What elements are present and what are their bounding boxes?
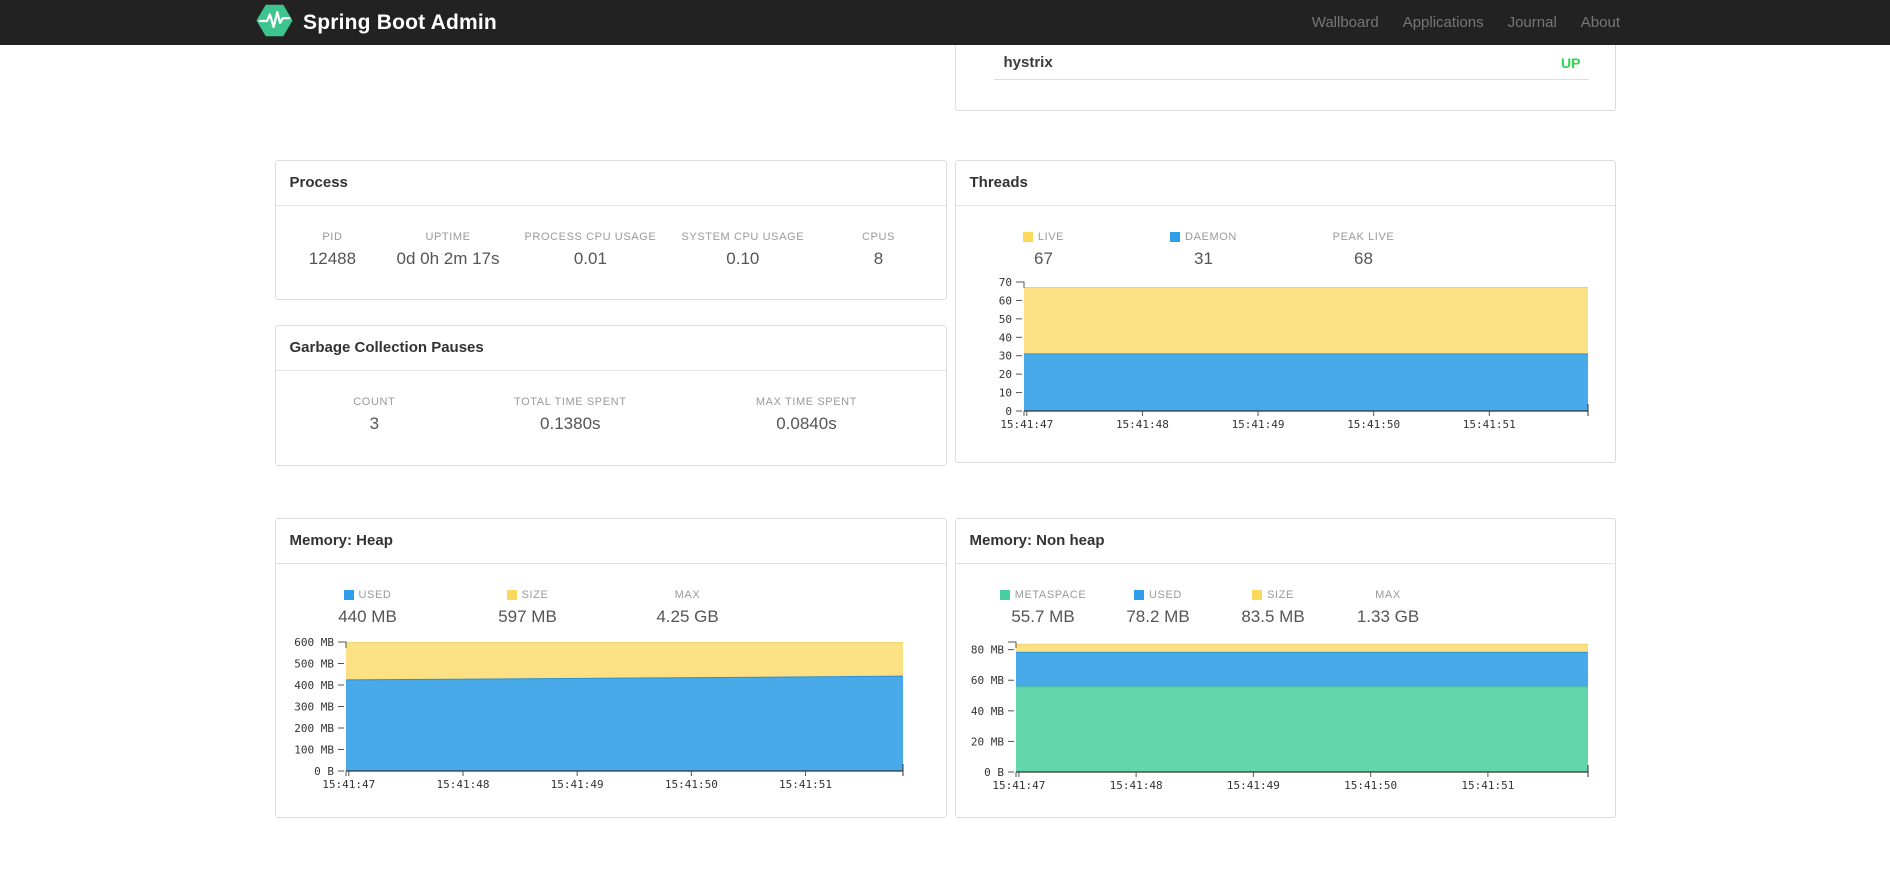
threads-legend: LIVE 67 DAEMON 31 PEAK LIVE 68 <box>964 230 1615 271</box>
svg-text:15:41:47: 15:41:47 <box>322 778 375 791</box>
svg-text:40: 40 <box>998 331 1011 344</box>
svg-text:15:41:48: 15:41:48 <box>1115 418 1168 431</box>
gc-stats: COUNT 3 TOTAL TIME SPENT 0.1380s MAX TIM… <box>276 395 946 436</box>
used-legend-swatch <box>1134 590 1145 600</box>
stat-nonheap-metaspace: METASPACE 55.7 MB <box>986 588 1101 629</box>
memory-nonheap-card: Memory: Non heap METASPACE 55.7 MB USED … <box>954 518 1616 818</box>
memory-nonheap-chart: 0 B 20 MB 40 MB 60 MB 80 MB 15:41:47 15:41:48 1… <box>956 629 1615 802</box>
svg-text:30: 30 <box>998 350 1011 363</box>
svg-text:50: 50 <box>998 313 1011 326</box>
svg-text:70: 70 <box>998 276 1011 289</box>
svg-text:600 MB: 600 MB <box>294 636 334 649</box>
svg-text:15:41:49: 15:41:49 <box>1226 779 1279 792</box>
stat-uptime: UPTIME 0d 0h 2m 17s <box>396 231 500 268</box>
application-row[interactable]: hystrix UP <box>956 45 1615 79</box>
nav-item-wallboard[interactable]: Wallboard <box>1312 14 1379 31</box>
stat-nonheap-size: SIZE 83.5 MB <box>1241 589 1305 626</box>
stat-threads-daemon: DAEMON 31 <box>1124 230 1284 271</box>
content: Process PID 12488 UPTIME 0d 0h 2m 17s PR… <box>274 45 1616 818</box>
stat-gc-total-time: TOTAL TIME SPENT 0.1380s <box>514 396 627 433</box>
threads-card: Threads LIVE 67 DAEMON 31 PEAK LIVE 68 0… <box>954 160 1616 463</box>
stat-heap-size: SIZE 597 MB <box>498 589 557 626</box>
memory-heap-card: Memory: Heap USED 440 MB SIZE 597 MB MAX… <box>274 518 947 818</box>
used-legend-swatch <box>343 590 354 600</box>
nonheap-legend: METASPACE 55.7 MB USED 78.2 MB SIZE 83.5… <box>986 588 1615 629</box>
svg-text:10: 10 <box>998 387 1011 400</box>
gc-card-title: Garbage Collection Pauses <box>275 326 946 371</box>
svg-text:60 MB: 60 MB <box>970 674 1003 687</box>
size-legend-swatch <box>1252 590 1263 600</box>
svg-text:15:41:50: 15:41:50 <box>1347 418 1400 431</box>
svg-text:0 B: 0 B <box>314 765 334 778</box>
metaspace-legend-swatch <box>999 590 1010 600</box>
divider <box>993 79 1589 80</box>
threads-card-title: Threads <box>955 161 1615 206</box>
svg-text:15:41:51: 15:41:51 <box>1462 418 1515 431</box>
svg-text:15:41:47: 15:41:47 <box>1000 418 1053 431</box>
svg-text:60: 60 <box>998 294 1011 307</box>
process-stats: PID 12488 UPTIME 0d 0h 2m 17s PROCESS CP… <box>276 230 946 271</box>
svg-text:15:41:51: 15:41:51 <box>1461 779 1514 792</box>
stat-pid: PID 12488 <box>308 231 357 268</box>
brand-title: Spring Boot Admin <box>303 10 497 34</box>
svg-text:15:41:48: 15:41:48 <box>436 778 489 791</box>
svg-text:15:41:50: 15:41:50 <box>664 778 717 791</box>
nav-item-applications[interactable]: Applications <box>1403 14 1484 31</box>
threads-chart: 0 10 20 30 40 50 60 70 15:41:47 15:41:48 15:41:49 1… <box>956 271 1615 441</box>
process-card-title: Process <box>275 161 946 206</box>
svg-text:15:41:51: 15:41:51 <box>779 778 832 791</box>
nav-links: Wallboard Applications Journal About <box>1312 14 1620 31</box>
svg-text:15:41:47: 15:41:47 <box>992 779 1045 792</box>
nav-item-about[interactable]: About <box>1581 14 1620 31</box>
stat-process-cpu-usage: PROCESS CPU USAGE 0.01 <box>524 231 657 268</box>
svg-text:500 MB: 500 MB <box>294 658 334 671</box>
garbage-collection-card: Garbage Collection Pauses COUNT 3 TOTAL … <box>274 325 947 466</box>
stat-gc-max-time: MAX TIME SPENT 0.0840s <box>755 396 858 433</box>
svg-text:0: 0 <box>1005 405 1012 418</box>
svg-text:15:41:49: 15:41:49 <box>550 778 603 791</box>
svg-text:15:41:50: 15:41:50 <box>1344 779 1397 792</box>
stat-gc-count: COUNT 3 <box>353 396 396 433</box>
stat-threads-peak-live: PEAK LIVE 68 <box>1332 231 1395 268</box>
svg-text:300 MB: 300 MB <box>294 701 334 714</box>
memory-heap-chart: 0 B 100 MB 200 MB 300 MB 400 MB 500 MB 600 MB 1… <box>276 629 946 801</box>
svg-text:15:41:48: 15:41:48 <box>1109 779 1162 792</box>
svg-text:200 MB: 200 MB <box>294 722 334 735</box>
nav-item-journal[interactable]: Journal <box>1508 14 1557 31</box>
application-status-card: hystrix UP <box>954 45 1616 111</box>
stat-heap-max: MAX 4.25 GB <box>656 589 719 626</box>
svg-text:0 B: 0 B <box>984 766 1004 779</box>
right-column: hystrix UP Threads LIVE 67 DAEMON 31 PEA… <box>954 45 1616 818</box>
stat-heap-used: USED 440 MB <box>338 589 397 626</box>
daemon-legend-swatch <box>1170 232 1181 242</box>
svg-text:15:41:49: 15:41:49 <box>1231 418 1284 431</box>
svg-text:20 MB: 20 MB <box>970 735 1003 748</box>
status-badge: UP <box>1561 54 1581 71</box>
stat-nonheap-max: MAX 1.33 GB <box>1356 589 1420 626</box>
stat-system-cpu-usage: SYSTEM CPU USAGE 0.10 <box>681 231 805 268</box>
stat-threads-live: LIVE 67 <box>964 230 1124 271</box>
svg-text:400 MB: 400 MB <box>294 679 334 692</box>
heap-legend: USED 440 MB SIZE 597 MB MAX 4.25 GB <box>288 588 946 629</box>
svg-text:40 MB: 40 MB <box>970 705 1003 718</box>
process-card: Process PID 12488 UPTIME 0d 0h 2m 17s PR… <box>274 160 947 300</box>
svg-text:80 MB: 80 MB <box>970 644 1003 657</box>
svg-text:100 MB: 100 MB <box>294 744 334 757</box>
live-legend-swatch <box>1022 232 1033 242</box>
navbar: Spring Boot Admin Wallboard Applications… <box>0 0 1890 45</box>
size-legend-swatch <box>506 590 517 600</box>
nonheap-card-title: Memory: Non heap <box>955 519 1615 564</box>
application-name: hystrix <box>1003 54 1053 71</box>
stat-nonheap-used: USED 78.2 MB <box>1126 589 1190 626</box>
stat-cpus: CPUS 8 <box>862 231 895 268</box>
left-column: Process PID 12488 UPTIME 0d 0h 2m 17s PR… <box>274 45 947 818</box>
heap-card-title: Memory: Heap <box>275 519 946 564</box>
brand[interactable]: Spring Boot Admin <box>256 4 497 42</box>
svg-text:20: 20 <box>998 368 1011 381</box>
spring-boot-admin-logo-icon <box>256 4 293 42</box>
